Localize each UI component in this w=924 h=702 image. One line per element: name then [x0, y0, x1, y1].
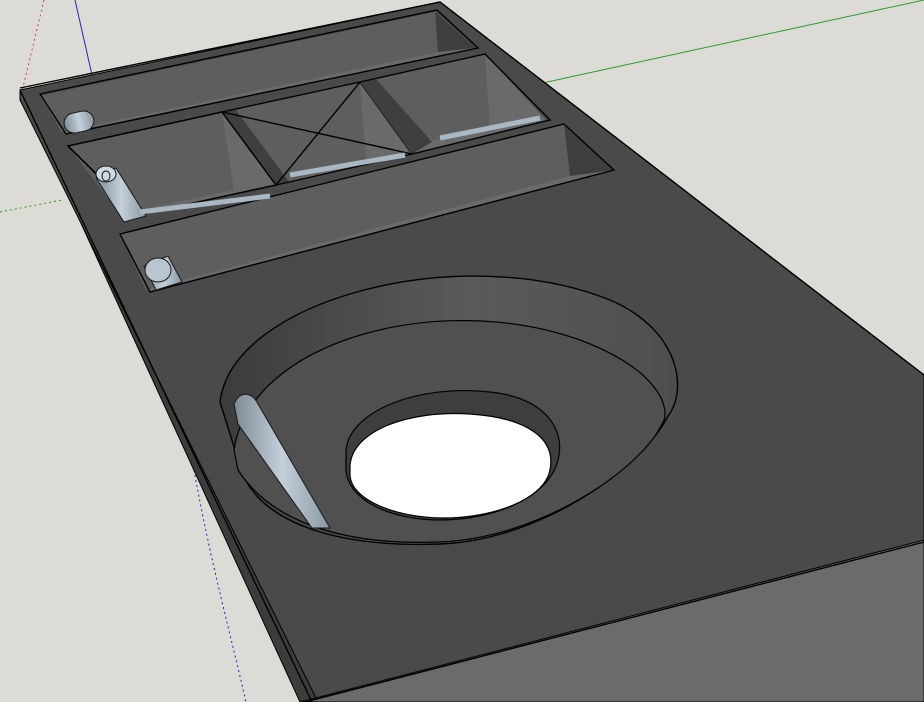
sketchup-viewport[interactable]	[0, 0, 924, 702]
